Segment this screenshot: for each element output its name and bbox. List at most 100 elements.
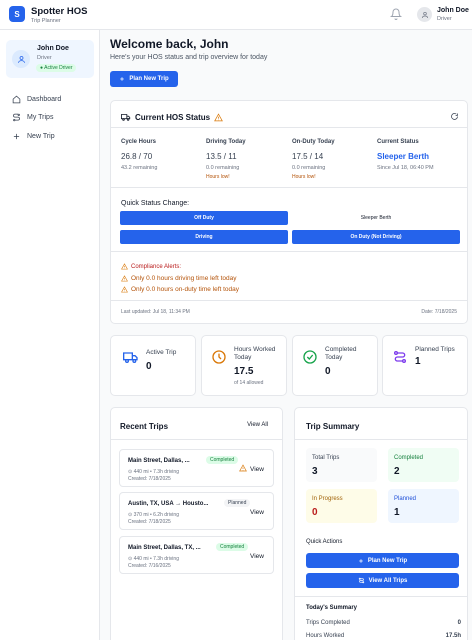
summary-label: Completed <box>394 455 424 461</box>
sidebar-item-label: My Trips <box>27 113 54 121</box>
stat-sub: 0.0 remaining <box>292 165 326 171</box>
status-badge: Planned <box>224 499 251 507</box>
plan-new-trip-label: Plan New Trip <box>129 76 169 82</box>
view-trip-button[interactable]: View <box>250 509 264 516</box>
view-all-link[interactable]: View All <box>247 422 268 428</box>
avatar[interactable] <box>417 7 432 22</box>
summary-label: Total Trips <box>312 455 340 461</box>
trip-meta: ⊙ 370 mi • 6.2h driving <box>128 512 179 518</box>
summary-value: 3 <box>312 466 318 477</box>
summary-value: 0 <box>312 507 318 518</box>
clock-icon <box>212 350 226 364</box>
completed-today-card: Completed Today 0 <box>292 335 378 396</box>
todays-summary-title: Today's Summary <box>306 605 357 611</box>
summary-label: In Progress <box>312 496 343 502</box>
status-badge: ● Active Driver <box>36 64 77 72</box>
summary-row-label: Trips Completed <box>306 620 350 626</box>
sidebar-item-my-trips[interactable]: My Trips <box>12 111 53 123</box>
trip-meta-text: 370 mi • 6.2h driving <box>133 512 179 518</box>
on-duty-button[interactable]: On Duty (Not Driving) <box>292 230 460 244</box>
check-circle-icon <box>303 350 317 364</box>
stat-value: 0 <box>146 361 152 372</box>
plan-new-trip-label: Plan New Trip <box>367 557 408 564</box>
alert-item: Only 0.0 hours driving time left today <box>121 275 237 282</box>
stat-label: Cycle Hours <box>121 139 157 145</box>
plus-icon <box>13 133 20 139</box>
warning-icon <box>121 275 128 282</box>
divider <box>295 439 467 440</box>
stat-sub: of 14 allowed <box>234 380 264 386</box>
page-subtitle: Here's your HOS status and trip overview… <box>110 54 268 61</box>
driving-today-stat: Driving Today 13.5 / 11 0.0 remaining Ho… <box>206 139 246 180</box>
bell-icon[interactable] <box>390 8 402 20</box>
truck-icon <box>121 114 131 121</box>
warning-icon <box>239 464 247 472</box>
profile-card: John Doe Driver ● Active Driver <box>6 40 94 78</box>
stat-label: On-Duty Today <box>292 139 335 145</box>
trip-item[interactable]: Austin, TX, USA → Housto... Planned ⊙ 37… <box>119 492 274 530</box>
trip-title: Main Street, Dallas, TX, ... <box>128 545 201 551</box>
trip-title: Main Street, Dallas, ... <box>128 458 190 464</box>
cycle-hours-stat: Cycle Hours 26.8 / 70 43.2 remaining <box>121 139 157 171</box>
stat-label: Completed Today <box>325 346 357 361</box>
summary-value: 2 <box>394 466 400 477</box>
alert-text: Only 0.0 hours on-duty time left today <box>131 286 240 293</box>
profile-role: Driver <box>37 55 52 61</box>
on-duty-today-stat: On-Duty Today 17.5 / 14 0.0 remaining Ho… <box>292 139 335 180</box>
view-all-trips-button[interactable]: View All Trips <box>306 573 459 588</box>
refresh-icon[interactable] <box>450 112 459 121</box>
divider <box>111 251 467 252</box>
route-icon <box>13 113 20 121</box>
view-trip-button[interactable]: View <box>250 466 264 473</box>
recent-trips-title: Recent Trips <box>120 422 169 431</box>
sidebar-item-new-trip[interactable]: New Trip <box>12 130 55 142</box>
trip-meta: ⊙ 440 mi • 7.3h driving <box>128 556 179 562</box>
off-duty-button[interactable]: Off Duty <box>120 211 288 225</box>
summary-row: Trips Completed 0 <box>306 620 461 626</box>
status-badge: Completed <box>206 456 239 464</box>
stat-label: Hours Worked Today <box>234 346 276 361</box>
driving-button[interactable]: Driving <box>120 230 288 244</box>
trip-item[interactable]: Main Street, Dallas, TX, ... Completed ⊙… <box>119 536 274 574</box>
user-name: John Doe <box>437 7 469 14</box>
avatar <box>12 50 30 68</box>
stat-warning: Hours low! <box>292 174 316 180</box>
trip-created: Created: 7/16/2025 <box>128 563 171 569</box>
top-bar: S Spotter HOS Trip Planner John Doe Driv… <box>0 0 472 30</box>
trip-title: Austin, TX, USA → Housto... <box>128 501 209 507</box>
app-logo[interactable]: S <box>9 6 25 22</box>
sidebar-item-label: New Trip <box>27 132 55 140</box>
status-badge: Completed <box>216 543 249 551</box>
current-status-value: Sleeper Berth <box>377 152 430 161</box>
summary-label: Planned <box>394 496 417 502</box>
home-icon <box>12 95 21 103</box>
compliance-alerts-label: Compliance Alerts: <box>131 263 182 270</box>
stat-value: 17.5 / 14 <box>292 152 324 161</box>
quick-actions-label: Quick Actions <box>306 539 343 545</box>
trip-created: Created: 7/18/2025 <box>128 519 171 525</box>
status-badge-label: Active Driver <box>44 65 73 71</box>
divider <box>111 187 467 188</box>
warning-icon <box>214 112 224 121</box>
summary-row: Hours Worked 17.5h <box>306 633 461 639</box>
app-subtitle: Trip Planner <box>31 18 61 24</box>
quick-status-label: Quick Status Change: <box>121 200 190 207</box>
view-trip-button[interactable]: View <box>250 553 264 560</box>
plan-new-trip-button[interactable]: Plan New Trip <box>110 71 178 87</box>
stat-value: 13.5 / 11 <box>206 152 237 161</box>
total-trips-box: Total Trips 3 <box>306 448 377 482</box>
plan-new-trip-button[interactable]: Plan New Trip <box>306 553 459 568</box>
stat-sub: 0.0 remaining <box>206 165 240 171</box>
current-status-stat: Current Status Sleeper Berth Since Jul 1… <box>377 139 434 171</box>
sleeper-berth-button[interactable]: Sleeper Berth <box>292 211 460 225</box>
warning-icon <box>121 263 128 270</box>
sidebar-item-dashboard[interactable]: Dashboard <box>12 93 61 105</box>
stat-value: 0 <box>325 366 331 377</box>
summary-row-value: 0 <box>457 620 461 626</box>
stat-value: 26.8 / 70 <box>121 152 153 161</box>
trip-meta-text: 440 mi • 7.3h driving <box>133 556 179 562</box>
stat-sub: Since Jul 18, 06:40 PM <box>377 165 434 171</box>
trip-item[interactable]: Main Street, Dallas, ... Completed ⊙ 440… <box>119 449 274 487</box>
truck-icon <box>123 352 138 363</box>
summary-row-value: 17.5h <box>445 633 461 639</box>
